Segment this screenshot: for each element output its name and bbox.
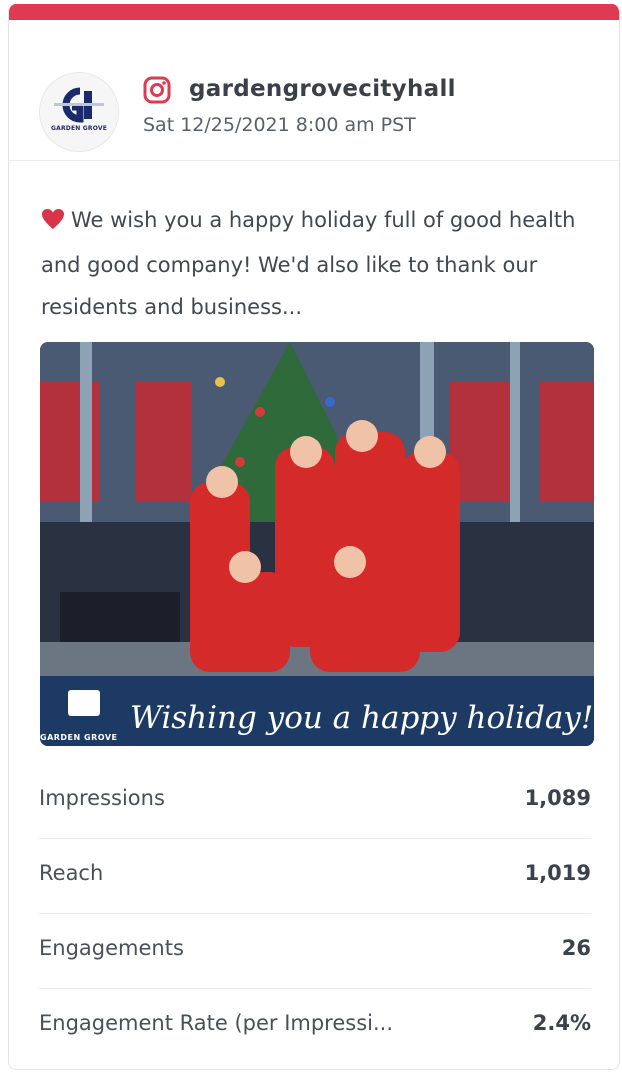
- post-header: GARDEN GROVE gardengrovecityhall Sat 12/…: [9, 20, 619, 161]
- metric-label: Impressions: [39, 786, 165, 810]
- instagram-icon: [143, 76, 171, 104]
- metric-value: 1,019: [524, 861, 591, 885]
- caption-text: We wish you a happy holiday full of good…: [41, 208, 576, 319]
- metric-label: Engagement Rate (per Impressi...: [39, 1011, 394, 1035]
- avatar[interactable]: GARDEN GROVE: [39, 72, 119, 152]
- image-overlay-text: Wishing you a happy holiday!: [130, 700, 594, 736]
- metric-value: 26: [561, 936, 591, 960]
- metric-engagements: Engagements 26: [39, 914, 591, 989]
- account-username[interactable]: gardengrovecityhall: [189, 76, 456, 102]
- metric-label: Engagements: [39, 936, 184, 960]
- post-timestamp: Sat 12/25/2021 8:00 am PST: [143, 114, 416, 136]
- garden-grove-logo-icon: [54, 87, 104, 123]
- metric-impressions: Impressions 1,089: [39, 764, 591, 839]
- avatar-brand: GARDEN GROVE: [50, 125, 107, 132]
- accent-bar: [9, 4, 619, 20]
- post-metrics: Impressions 1,089 Reach 1,019 Engagement…: [39, 764, 591, 1063]
- post-caption: We wish you a happy holiday full of good…: [41, 199, 601, 328]
- metric-engagement-rate: Engagement Rate (per Impressi... 2.4%: [39, 989, 591, 1063]
- metric-reach: Reach 1,019: [39, 839, 591, 914]
- image-icon: [68, 690, 100, 716]
- metric-value: 2.4%: [532, 1011, 591, 1035]
- image-brand: GARDEN GROVE: [40, 733, 118, 742]
- post-image[interactable]: GARDEN GROVE Wishing you a happy holiday…: [40, 342, 594, 746]
- post-card: GARDEN GROVE gardengrovecityhall Sat 12/…: [8, 4, 620, 1070]
- heart-icon: [41, 202, 65, 244]
- metric-value: 1,089: [524, 786, 591, 810]
- metric-label: Reach: [39, 861, 104, 885]
